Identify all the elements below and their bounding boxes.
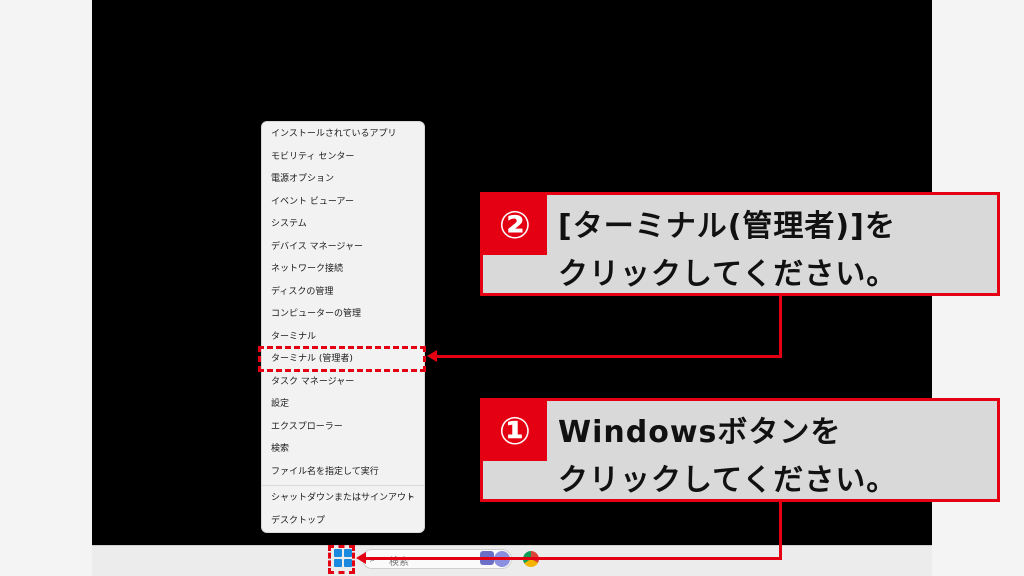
- menu-item-computer-management[interactable]: コンピューターの管理: [262, 304, 424, 324]
- menu-item-network-connections[interactable]: ネットワーク接続: [262, 259, 424, 279]
- connector-step1-horizontal: [365, 557, 782, 560]
- connector-step2-vertical: [779, 296, 782, 358]
- menu-item-disk-management[interactable]: ディスクの管理: [262, 282, 424, 302]
- step1-number: ①: [483, 401, 547, 461]
- chevron-right-icon: ›: [408, 492, 412, 503]
- menu-item-task-manager[interactable]: タスク マネージャー: [262, 372, 424, 392]
- menu-item-settings[interactable]: 設定: [262, 394, 424, 414]
- terminal-admin-highlight: [258, 346, 426, 372]
- menu-item-device-manager[interactable]: デバイス マネージャー: [262, 237, 424, 257]
- menu-item-system[interactable]: システム: [262, 214, 424, 234]
- menu-item-power-options[interactable]: 電源オプション: [262, 169, 424, 189]
- step2-number: ②: [483, 195, 547, 255]
- step2-callout: ② [ターミナル(管理者)]を クリックしてください。: [480, 192, 1000, 296]
- winx-context-menu: インストールされているアプリ モビリティ センター 電源オプション イベント ビ…: [261, 121, 425, 533]
- menu-item-file-explorer[interactable]: エクスプローラー: [262, 417, 424, 437]
- menu-item-shutdown-signout[interactable]: シャットダウンまたはサインアウト ›: [262, 488, 424, 508]
- menu-item-installed-apps[interactable]: インストールされているアプリ: [262, 124, 424, 144]
- step2-line1: [ターミナル(管理者)]を: [558, 209, 896, 244]
- menu-item-desktop[interactable]: デスクトップ: [262, 511, 424, 531]
- menu-item-mobility-center[interactable]: モビリティ センター: [262, 147, 424, 167]
- menu-item-label: シャットダウンまたはサインアウト: [271, 493, 416, 503]
- menu-item-search[interactable]: 検索: [262, 439, 424, 459]
- menu-item-run[interactable]: ファイル名を指定して実行: [262, 462, 424, 482]
- connector-step2-horizontal: [436, 355, 782, 358]
- step1-callout: ① Windowsボタンを クリックしてください。: [480, 398, 1000, 502]
- windows-button-highlight: [328, 545, 355, 574]
- menu-separator: [262, 485, 424, 486]
- left-margin: [0, 0, 92, 576]
- step1-line1: Windowsボタンを: [558, 415, 842, 450]
- step2-line2: クリックしてください。: [558, 257, 898, 292]
- step1-line2: クリックしてください。: [558, 463, 898, 498]
- menu-item-terminal[interactable]: ターミナル: [262, 327, 424, 347]
- arrow-left-icon: [427, 350, 437, 362]
- search-placeholder: 検索: [389, 557, 409, 568]
- taskbar: [92, 545, 932, 576]
- arrow-left-icon: [356, 552, 366, 564]
- connector-step1-vertical: [779, 502, 782, 560]
- menu-item-event-viewer[interactable]: イベント ビューアー: [262, 192, 424, 212]
